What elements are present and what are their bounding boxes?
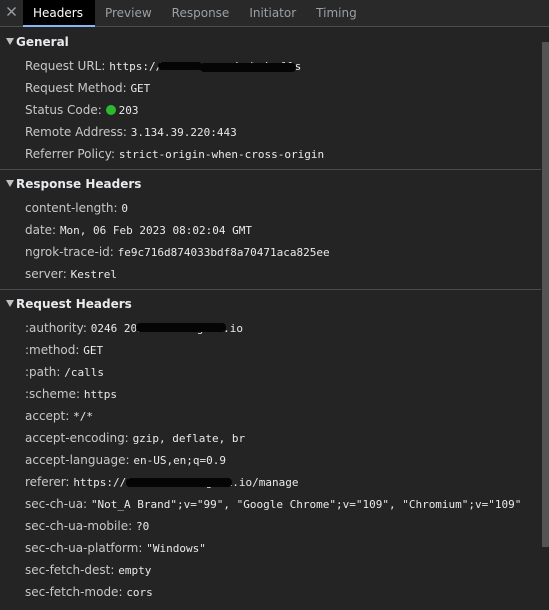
request-header-row: accept-encoding: gzip, deflate, br [25, 427, 245, 449]
header-value: empty [118, 564, 152, 577]
header-key: Remote Address: [25, 125, 127, 139]
header-key: sec-ch-ua: [25, 497, 88, 511]
header-value: 3.134.39.220:443 [130, 126, 237, 139]
expand-triangle-icon[interactable] [6, 180, 14, 187]
tab-headers[interactable]: Headers [23, 0, 95, 27]
header-value: en-US,en;q=0.9 [133, 454, 227, 467]
header-key: server: [25, 267, 67, 281]
header-key: accept: [25, 409, 70, 423]
section-divider [0, 289, 541, 290]
header-key: sec-ch-ua-mobile: [25, 519, 133, 533]
header-key: :scheme: [25, 387, 80, 401]
request-header-row: sec-ch-ua-platform: "Windows" [25, 537, 206, 559]
header-key: date: [25, 223, 57, 237]
header-value: */* [73, 410, 93, 423]
section-general-header[interactable]: General [0, 31, 540, 53]
close-icon[interactable] [5, 5, 18, 18]
header-key: Request Method: [25, 81, 127, 95]
header-key: sec-fetch-dest: [25, 563, 115, 577]
tab-timing[interactable]: Timing [306, 0, 367, 26]
response-header-row: date: Mon, 06 Feb 2023 08:02:04 GMT [25, 219, 252, 241]
header-value: strict-origin-when-cross-origin [118, 148, 325, 161]
headers-panel: General Request URL: https://024— —.ngro… [0, 27, 549, 610]
redaction-mark [158, 62, 202, 70]
header-value: "Windows" [146, 542, 206, 555]
general-row-referrer-policy: Referrer Policy: strict-origin-when-cros… [25, 143, 324, 165]
header-key: accept-encoding: [25, 431, 129, 445]
section-general-title: General [16, 35, 69, 49]
header-key: :path: [25, 365, 61, 379]
header-value: 203 [118, 104, 139, 117]
header-value: Mon, 06 Feb 2023 08:02:04 GMT [59, 224, 252, 237]
header-value: cors [126, 586, 153, 599]
header-key: :method: [25, 343, 80, 357]
header-key: ngrok-trace-id: [25, 245, 114, 259]
header-value: "Not_A Brand";v="99", "Google Chrome";v=… [90, 498, 522, 511]
redaction-mark [200, 63, 296, 72]
general-row-remote-address: Remote Address: 3.134.39.220:443 [25, 121, 237, 143]
header-key: Referrer Policy: [25, 147, 115, 161]
header-value: Kestrel [70, 268, 118, 281]
tab-response[interactable]: Response [162, 0, 240, 26]
redaction-mark [136, 323, 226, 332]
general-row-request-method: Request Method: GET [25, 77, 150, 99]
header-value: GET [83, 344, 104, 357]
devtools-tab-bar: Headers Preview Response Initiator Timin… [0, 0, 549, 27]
expand-triangle-icon[interactable] [6, 300, 14, 307]
section-divider [0, 169, 541, 170]
redaction-mark [126, 478, 232, 487]
header-key: content-length: [25, 201, 118, 215]
request-header-row: :scheme: https [25, 383, 117, 405]
request-header-row: sec-fetch-mode: cors [25, 581, 153, 603]
request-header-row: sec-ch-ua-mobile: ?0 [25, 515, 149, 537]
tab-initiator[interactable]: Initiator [239, 0, 306, 26]
section-request-headers-header[interactable]: Request Headers [0, 293, 540, 315]
expand-triangle-icon[interactable] [6, 38, 14, 45]
header-value: GET [130, 82, 151, 95]
general-row-status-code: Status Code: 203 [25, 99, 139, 121]
status-ok-icon [105, 105, 116, 115]
request-header-row: sec-fetch-dest: empty [25, 559, 151, 581]
section-response-headers-header[interactable]: Response Headers [0, 173, 540, 195]
tab-preview[interactable]: Preview [95, 0, 162, 26]
request-header-row: sec-ch-ua: "Not_A Brand";v="99", "Google… [25, 493, 521, 515]
header-value: /calls [64, 366, 104, 379]
request-header-row: accept-language: en-US,en;q=0.9 [25, 449, 226, 471]
header-key: sec-ch-ua-platform: [25, 541, 143, 555]
header-value: ?0 [135, 520, 150, 533]
response-header-row: ngrok-trace-id: fe9c716d874033bdf8a70471… [25, 241, 330, 263]
header-value: https [83, 388, 117, 401]
header-key: Request URL: [25, 59, 106, 73]
section-response-headers-title: Response Headers [16, 177, 142, 191]
response-header-row: server: Kestrel [25, 263, 117, 285]
request-header-row: accept: */* [25, 405, 93, 427]
header-value: 0 [121, 202, 129, 215]
header-key: accept-language: [25, 453, 130, 467]
response-header-row: content-length: 0 [25, 197, 128, 219]
header-key: sec-fetch-mode: [25, 585, 123, 599]
header-value: gzip, deflate, br [132, 432, 246, 445]
header-key: :authority: [25, 321, 87, 335]
vertical-scrollbar-thumb[interactable] [542, 42, 549, 547]
header-key: Status Code: [25, 103, 102, 117]
header-value: fe9c716d874033bdf8a70471aca825ee [117, 246, 330, 259]
request-header-row: :path: /calls [25, 361, 104, 383]
section-request-headers-title: Request Headers [16, 297, 132, 311]
request-header-row: :method: GET [25, 339, 103, 361]
header-key: referer: [25, 475, 70, 489]
